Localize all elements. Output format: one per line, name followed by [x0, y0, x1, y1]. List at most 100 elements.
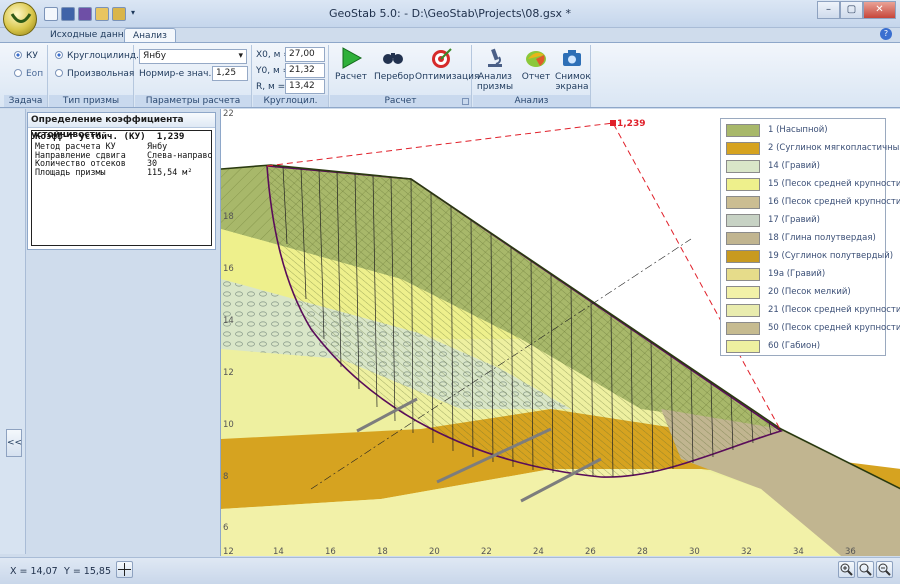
window-title: GeoStab 5.0: - D:\GeoStab\Projects\08.gs… — [328, 7, 572, 20]
report-chart-icon — [526, 51, 546, 67]
svg-text:14: 14 — [223, 316, 234, 326]
group-params-label: Параметры расчета — [135, 95, 251, 107]
group-analysis-label: Анализ — [473, 95, 590, 107]
legend-item: 2 (Суглинок мягкопластичный) — [726, 140, 900, 158]
svg-text:16: 16 — [223, 264, 234, 274]
radio-eop[interactable]: Еоп — [14, 69, 43, 79]
svg-text:36: 36 — [845, 547, 856, 556]
legend-swatch — [726, 124, 760, 137]
svg-text:14: 14 — [273, 547, 284, 556]
app-menu-button[interactable] — [3, 2, 37, 36]
legend-item: 21 (Песок средней крупности) — [726, 302, 900, 320]
camera-icon — [563, 50, 581, 66]
group-circle-label: Круглоцил. призма — [253, 95, 328, 118]
ribbon-tabs: Исходные данные Анализ ? — [0, 28, 900, 42]
legend-swatch — [726, 322, 760, 335]
zoom-out-icon — [878, 563, 891, 576]
collapse-panel-button[interactable]: << — [6, 429, 22, 457]
close-button[interactable]: ✕ — [863, 1, 896, 19]
svg-text:32: 32 — [741, 547, 752, 556]
group-task: КУ Еоп Задача — [4, 45, 48, 107]
radio-ku[interactable]: КУ — [14, 51, 38, 61]
group-params: Янбу ▾ Нормир-е знач. Ку 1,25 Параметры р… — [135, 45, 252, 107]
legend-swatch — [726, 214, 760, 227]
svg-text:28: 28 — [637, 547, 648, 556]
legend-item: 18 (Глина полутвердая) — [726, 230, 886, 248]
r-input[interactable]: 13,42 — [285, 79, 325, 94]
legend-swatch — [726, 340, 760, 353]
search-button[interactable]: Перебор — [374, 47, 414, 93]
legend-item: 14 (Гравий) — [726, 158, 886, 176]
svg-text:26: 26 — [585, 547, 596, 556]
group-prism-label: Тип призмы — [49, 95, 133, 107]
legend-item: 19а (Гравий) — [726, 266, 886, 284]
cursor-y-readout: Y = 15,85 — [64, 566, 111, 577]
legend-item: 17 (Гравий) — [726, 212, 886, 230]
legend-item: 19 (Суглинок полутвердый) — [726, 248, 893, 266]
results-panel: Определение коэффициента устойчивости Ко… — [27, 112, 216, 250]
group-prism-type: Круглоцилинд. Произвольная Тип призмы — [49, 45, 139, 107]
tab-analysis[interactable]: Анализ — [124, 28, 176, 42]
legend-item: 60 (Габион) — [726, 338, 886, 356]
zoom-in-button[interactable] — [838, 561, 855, 578]
prism-analysis-button[interactable]: Анализ призмы — [475, 47, 515, 93]
critical-center-marker — [610, 120, 616, 126]
snapshot-button[interactable]: Снимок экрана — [555, 47, 591, 93]
svg-text:12: 12 — [223, 368, 234, 378]
zoom-out-button[interactable] — [876, 561, 893, 578]
zoom-fit-button[interactable] — [857, 561, 874, 578]
svg-text:18: 18 — [223, 212, 234, 222]
microscope-icon — [488, 48, 502, 67]
group-circle: X0, м = 27,00 Y0, м = 21,32 R, м = 13,42… — [253, 45, 329, 118]
r-label: R, м = — [256, 82, 286, 92]
x0-input[interactable]: 27,00 — [285, 47, 325, 62]
norm-value-input[interactable]: 1,25 — [212, 66, 248, 81]
minimize-button[interactable]: – — [817, 1, 840, 19]
svg-text:10: 10 — [223, 420, 234, 430]
optimize-button[interactable]: Оптимизация — [415, 47, 479, 93]
svg-text:6: 6 — [223, 523, 228, 533]
svg-text:20: 20 — [429, 547, 440, 556]
y0-input[interactable]: 21,32 — [285, 63, 325, 78]
calc-button[interactable]: Расчет — [334, 47, 368, 93]
crosshair-tool-button[interactable] — [116, 561, 133, 578]
legend-item: 20 (Песок мелкий) — [726, 284, 886, 302]
zoom-fit-icon — [859, 563, 872, 576]
help-icon[interactable]: ? — [880, 28, 892, 40]
legend-swatch — [726, 286, 760, 299]
svg-text:24: 24 — [533, 547, 544, 556]
critical-center-label: 1,239 — [617, 119, 645, 129]
chevron-down-icon: ▾ — [238, 51, 243, 61]
svg-text:16: 16 — [325, 547, 336, 556]
legend-item: 16 (Песок средней крупности) — [726, 194, 900, 212]
radio-circular[interactable]: Круглоцилинд. — [55, 51, 139, 61]
method-select[interactable]: Янбу ▾ — [139, 49, 247, 64]
zoom-in-icon — [840, 563, 853, 576]
legend-swatch — [726, 196, 760, 209]
report-button[interactable]: Отчет — [519, 47, 553, 93]
ribbon: КУ Еоп Задача Круглоцилинд. Произвольная… — [0, 42, 900, 118]
legend-swatch — [726, 232, 760, 245]
play-icon — [342, 47, 363, 69]
soil-legend: 1 (Насыпной) 2 (Суглинок мягкопластичный… — [720, 118, 900, 356]
status-bar: X = 14,07 Y = 15,85 — [0, 557, 900, 584]
legend-item: 1 (Насыпной) — [726, 122, 886, 140]
crosshair-icon — [118, 563, 131, 576]
binoculars-icon — [383, 53, 403, 64]
group-calc-launcher-icon[interactable] — [462, 98, 469, 105]
title-bar: ▾ GeoStab 5.0: - D:\GeoStab\Projects\08.… — [0, 0, 900, 28]
radio-arbitrary[interactable]: Произвольная — [55, 69, 134, 79]
legend-swatch — [726, 250, 760, 263]
legend-swatch — [726, 268, 760, 281]
svg-text:22: 22 — [481, 547, 492, 556]
svg-text:8: 8 — [223, 472, 228, 482]
group-analysis: Анализ призмы Отчет Снимок экрана Анализ — [473, 45, 591, 107]
maximize-button[interactable]: ▢ — [840, 1, 863, 19]
results-panel-body: Коэфф-т устойч. (КУ) 1,239 Метод расчета… — [31, 130, 213, 246]
legend-swatch — [726, 178, 760, 191]
svg-text:34: 34 — [793, 547, 804, 556]
svg-text:22: 22 — [223, 109, 234, 119]
legend-swatch — [726, 142, 760, 155]
legend-swatch — [726, 160, 760, 173]
cursor-x-readout: X = 14,07 — [10, 566, 58, 577]
